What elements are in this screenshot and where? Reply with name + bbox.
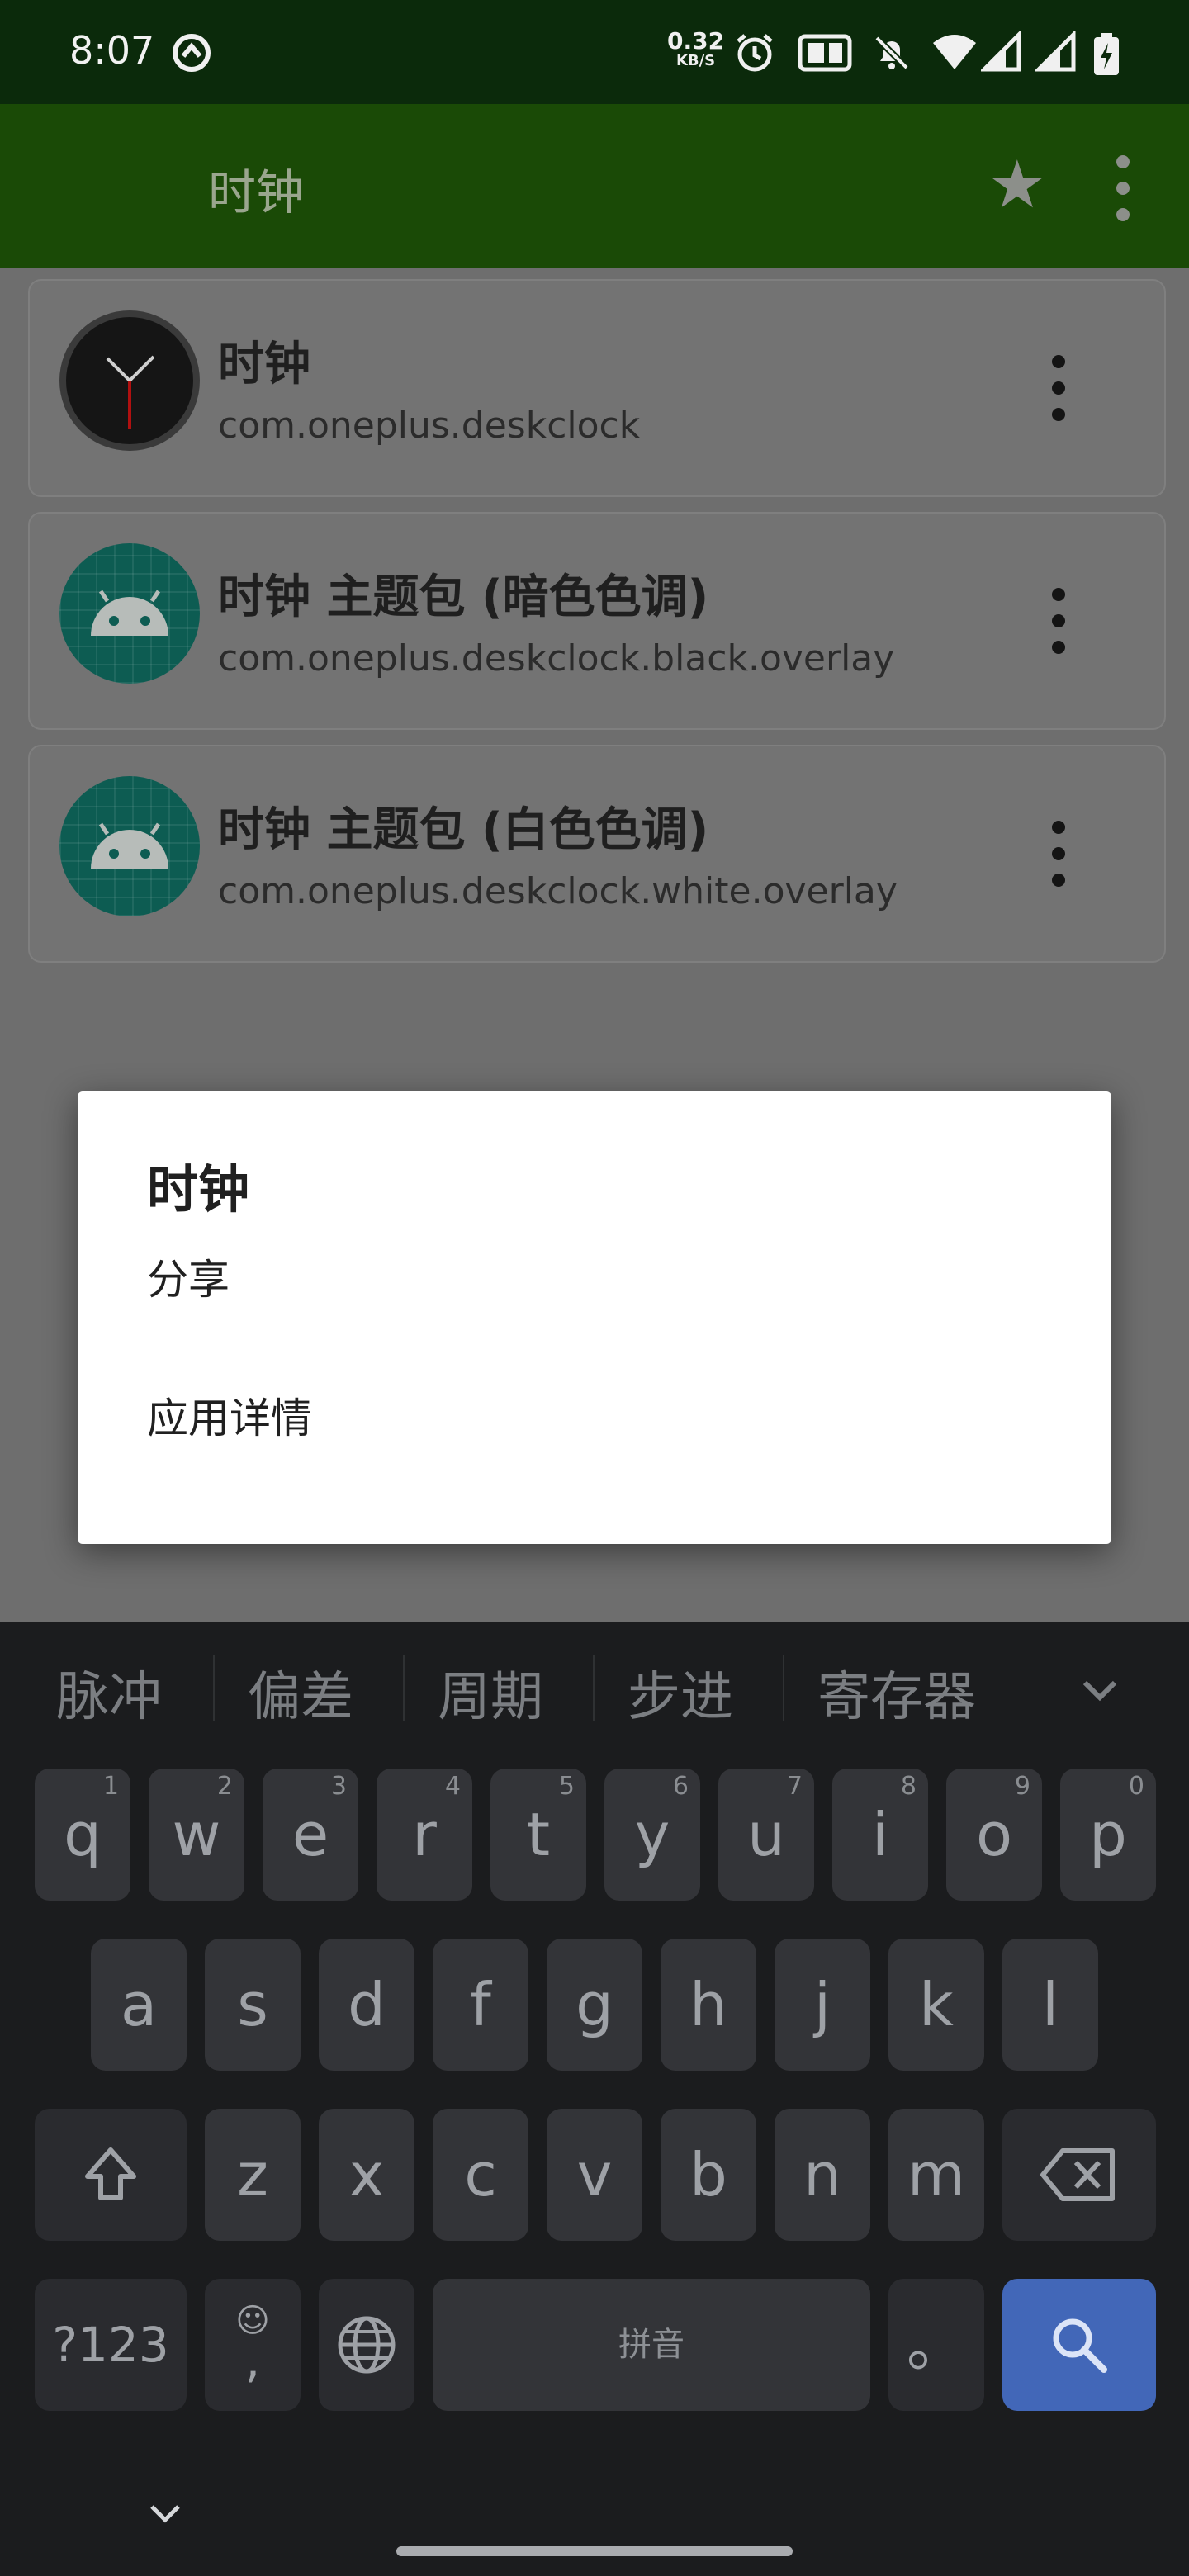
candidate-word[interactable]: 偏差 (248, 1655, 353, 1731)
key-b[interactable]: b (661, 2109, 756, 2241)
candidate-word[interactable]: 周期 (438, 1655, 543, 1731)
volte-icon (798, 31, 852, 84)
app-name: 时钟 主题包 (白色色调) (218, 803, 709, 857)
signal-icon (978, 29, 1022, 84)
package-name: com.oneplus.deskclock (218, 405, 641, 447)
status-time: 8:07 (69, 28, 155, 73)
key-g[interactable]: g (547, 1939, 642, 2071)
package-name: com.oneplus.deskclock.white.overlay (218, 870, 898, 912)
search-key[interactable] (1002, 2279, 1156, 2411)
key-n[interactable]: n (775, 2109, 870, 2241)
app-name: 时钟 (218, 338, 310, 391)
dialog-title: 时钟 (147, 1159, 250, 1219)
key-j[interactable]: j (775, 1939, 870, 2071)
key-h[interactable]: h (661, 1939, 756, 2071)
key-k[interactable]: k (888, 1939, 984, 2071)
more-vert-icon[interactable] (1042, 588, 1075, 654)
package-name: com.oneplus.deskclock.black.overlay (218, 637, 895, 680)
key-i[interactable]: i8 (832, 1769, 928, 1901)
emoji-comma-key[interactable]: ☺ , (205, 2279, 301, 2411)
key-d[interactable]: d (319, 1939, 414, 2071)
app-bar-title: 时钟 (208, 164, 305, 220)
comma-label: , (244, 2332, 261, 2389)
language-key[interactable] (319, 2279, 414, 2411)
candidate-word[interactable]: 步进 (628, 1655, 733, 1731)
key-x[interactable]: x (319, 2109, 414, 2241)
alarm-icon (733, 31, 776, 84)
key-e[interactable]: e3 (263, 1769, 358, 1901)
app-name: 时钟 主题包 (暗色色调) (218, 571, 709, 624)
key-w[interactable]: w2 (149, 1769, 244, 1901)
candidate-word[interactable]: 寄存器 (817, 1655, 976, 1731)
status-bar: 8:07 0.32 KB/S (0, 0, 1189, 104)
shift-key[interactable] (35, 2109, 187, 2241)
key-v[interactable]: v (547, 2109, 642, 2241)
key-t[interactable]: t5 (490, 1769, 586, 1901)
key-y[interactable]: y6 (604, 1769, 700, 1901)
key-c[interactable]: c (433, 2109, 528, 2241)
navigation-bar (0, 2444, 1189, 2576)
key-o[interactable]: o9 (946, 1769, 1042, 1901)
key-a[interactable]: a (91, 1939, 187, 2071)
key-z[interactable]: z (205, 2109, 301, 2241)
star-icon[interactable]: ★ (988, 152, 1047, 218)
clock-app-icon (59, 310, 200, 451)
key-f[interactable]: f (433, 1939, 528, 2071)
period-key[interactable]: 。 (888, 2279, 984, 2411)
app-bar: 时钟 ★ (0, 104, 1189, 268)
more-vert-icon[interactable] (1042, 355, 1075, 421)
shift-icon (85, 2147, 136, 2200)
backspace-icon (1040, 2148, 1115, 2201)
home-gesture-bar[interactable] (396, 2546, 793, 2556)
vpn-icon (170, 31, 213, 84)
share-option[interactable]: 分享 (147, 1230, 1042, 1329)
list-item[interactable]: 时钟 主题包 (白色色调) com.oneplus.deskclock.whit… (28, 745, 1166, 963)
key-u[interactable]: u7 (718, 1769, 814, 1901)
signal-icon-2 (1033, 29, 1077, 84)
app-options-dialog: 时钟 分享 应用详情 (78, 1091, 1111, 1544)
hide-keyboard-icon[interactable] (147, 2502, 183, 2526)
more-vert-icon[interactable] (1042, 821, 1075, 887)
candidate-bar: 脉冲 偏差 周期 步进 寄存器 (0, 1622, 1189, 1750)
space-key[interactable]: 拼音 (433, 2279, 870, 2411)
battery-charging-icon (1092, 31, 1121, 88)
key-q[interactable]: q1 (35, 1769, 130, 1901)
expand-candidates-icon[interactable] (1075, 1664, 1125, 1714)
key-m[interactable]: m (888, 2109, 984, 2241)
network-speed: 0.32 KB/S (667, 27, 725, 71)
key-s[interactable]: s (205, 1939, 301, 2071)
network-speed-value: 0.32 (667, 27, 725, 54)
more-vert-icon[interactable] (1106, 155, 1139, 221)
search-icon (1053, 2318, 1107, 2373)
backspace-key[interactable] (1002, 2109, 1156, 2241)
globe-icon (338, 2316, 396, 2374)
app-details-option[interactable]: 应用详情 (147, 1369, 1042, 1468)
key-r[interactable]: r4 (377, 1769, 472, 1901)
mute-icon (870, 31, 913, 84)
wifi-icon (931, 31, 978, 84)
list-item[interactable]: 时钟 主题包 (暗色色调) com.oneplus.deskclock.blac… (28, 512, 1166, 730)
keyboard: 脉冲 偏差 周期 步进 寄存器 q1 w2 e3 r4 t5 y6 u7 i8 … (0, 1622, 1189, 2576)
key-p[interactable]: p0 (1060, 1769, 1156, 1901)
candidate-word[interactable]: 脉冲 (56, 1655, 162, 1731)
symbols-key[interactable]: ?123 (35, 2279, 187, 2411)
android-app-icon (59, 776, 200, 916)
android-app-icon (59, 543, 200, 684)
key-l[interactable]: l (1002, 1939, 1098, 2071)
list-item[interactable]: 时钟 com.oneplus.deskclock (28, 279, 1166, 497)
